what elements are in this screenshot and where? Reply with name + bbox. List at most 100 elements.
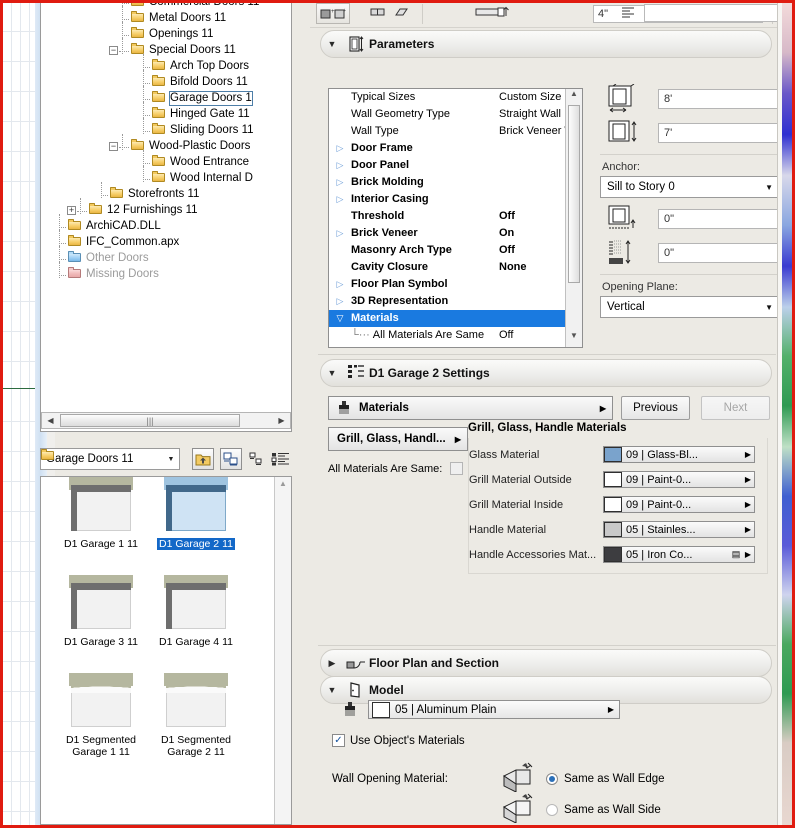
scroll-left-arrow-icon[interactable]: ◀ [42,413,59,428]
collapse-triangle-down-icon[interactable]: ▼ [321,39,343,49]
text-align-button[interactable] [620,6,636,22]
expand-arrow-icon[interactable] [329,259,351,276]
tree-item[interactable]: ArchiCAD.DLL [68,218,161,234]
expand-arrow-icon[interactable]: ▷ [329,174,351,191]
material-select[interactable]: 05 | Iron Co... ▤ ▶ [603,546,755,563]
previous-button[interactable]: Previous [621,396,690,420]
thumbnail-vertical-scrollbar[interactable]: ▲ [274,477,291,824]
expand-arrow-icon[interactable]: ▷ [329,140,351,157]
tree-item[interactable]: Openings 11 [131,26,213,42]
tree-item[interactable]: IFC_Common.apx [68,234,179,250]
same-as-wall-edge-option[interactable]: Same as Wall Edge [546,773,665,785]
expand-arrow-icon[interactable]: ▷ [329,225,351,242]
radio-unselected-icon[interactable] [546,804,558,816]
material-select[interactable]: 09 | Paint-0... ▶ [603,496,755,513]
skylight-icon-button[interactable] [394,6,410,21]
tree-item[interactable]: Sliding Doors 11 [152,122,254,138]
scroll-thumb[interactable]: ||| [60,414,240,427]
expand-arrow-icon[interactable] [329,327,351,344]
radio-selected-icon[interactable] [546,773,558,785]
tree-expander[interactable]: + [67,206,76,215]
scroll-up-arrow-icon[interactable]: ▲ [566,89,582,103]
scroll-up-arrow-icon[interactable]: ▲ [275,479,291,488]
material-select[interactable]: 09 | Paint-0... ▶ [603,471,755,488]
thumbnail-item[interactable]: D1 Segmented Garage 1 11 [51,673,151,758]
window-icon-button[interactable] [370,6,386,21]
expand-arrow-icon[interactable]: ▷ [329,293,351,310]
expand-arrow-icon[interactable]: ▷ [329,157,351,174]
tree-expander[interactable]: − [109,142,118,151]
sill-input[interactable]: 0" [658,209,780,229]
door-place-button[interactable]: + + [316,3,350,24]
expand-arrow-icon[interactable] [329,106,351,123]
view-small-icons-button[interactable] [246,448,268,470]
thumbnail-item[interactable]: D1 Garage 1 11 [51,477,151,550]
parameter-row[interactable]: ▷ Brick Molding [329,174,582,191]
parameters-scrollbar[interactable]: ▲ ▼ [565,89,582,347]
expand-arrow-icon[interactable]: ▷ [329,276,351,293]
use-objects-materials-checkbox[interactable]: ✓ [332,734,345,747]
parameter-row[interactable]: ▷ Door Frame [329,140,582,157]
thumbnail-item[interactable]: D1 Garage 4 11 [146,575,246,648]
sill-to-story-input[interactable]: 0" [658,243,780,263]
thumbnail-item[interactable]: D1 Garage 3 11 [51,575,151,648]
all-materials-same-row[interactable]: All Materials Are Same: [328,462,464,475]
opening-plane-select[interactable]: Vertical ▼ [600,296,780,318]
tree-item[interactable]: Other Doors [68,250,149,266]
thumbnail-item[interactable]: D1 Segmented Garage 2 11 [146,673,246,758]
view-list-button[interactable] [268,448,294,470]
tree-item[interactable]: Storefronts 11 [110,186,199,202]
tree-item[interactable]: Bifold Doors 11 [152,74,248,90]
expand-arrow-icon[interactable] [329,242,351,259]
parameter-row[interactable]: ▷ Brick Veneer On [329,225,582,242]
parameter-row[interactable]: Threshold Off [329,208,582,225]
next-button[interactable]: Next [701,396,770,420]
same-as-wall-side-option[interactable]: Same as Wall Side [546,804,661,816]
parameter-row[interactable]: Masonry Arch Type Off [329,242,582,259]
view-large-icons-button[interactable] [220,448,242,470]
collapse-triangle-right-icon[interactable]: ▶ [321,658,343,669]
parameter-row[interactable]: ▷ Floor Plan Symbol [329,276,582,293]
scroll-right-arrow-icon[interactable]: ▶ [273,413,290,428]
parameter-row[interactable]: ▷ Interior Casing [329,191,582,208]
settings-page-button[interactable]: Materials ▶ [328,396,613,420]
tree-item[interactable]: Wood Entrance [152,154,249,170]
parameter-row[interactable]: Typical Sizes Custom Size [329,89,582,106]
parameter-row[interactable]: └··· All Materials Are Same Off [329,327,582,344]
tree-item[interactable]: 12 Furnishings 11 [89,202,198,218]
tree-horizontal-scrollbar[interactable]: ◀ ||| ▶ [41,412,291,429]
parameter-row[interactable]: Wall Geometry Type Straight Wall [329,106,582,123]
expand-arrow-icon[interactable] [329,89,351,106]
collapse-triangle-down-icon[interactable]: ▼ [321,368,343,378]
parameters-section-header[interactable]: ▼ Parameters [320,30,772,58]
wall-thickness-button[interactable] [475,5,511,24]
thumbnail-item[interactable]: D1 Garage 2 11 [146,477,246,550]
expand-arrow-icon[interactable] [329,208,351,225]
subpage-button[interactable]: Grill, Glass, Handl... ▶ [328,427,468,451]
tree-item[interactable]: Hinged Gate 11 [152,106,250,122]
object-thumbnail-list[interactable]: D1 Garage 1 11 D1 Garage 2 11 D1 Garage 3 … [40,476,292,825]
parameter-row[interactable]: ▽ Materials [329,310,582,327]
tree-item[interactable]: Special Doors 11 [131,42,236,58]
parameter-row[interactable]: Cavity Closure None [329,259,582,276]
tree-item[interactable]: Metal Doors 11 [131,10,226,26]
folder-select[interactable]: Garage Doors 11 ▼ [40,448,180,470]
material-select[interactable]: 09 | Glass-Bl... ▶ [603,446,755,463]
all-materials-same-checkbox[interactable] [450,462,464,475]
tree-expander[interactable]: − [109,46,118,55]
material-select[interactable]: 05 | Stainles... ▶ [603,521,755,538]
up-folder-button[interactable] [192,448,214,470]
scroll-down-arrow-icon[interactable]: ▼ [566,331,582,345]
expand-arrow-icon[interactable]: ▷ [329,191,351,208]
tree-item[interactable]: Missing Doors [68,266,159,282]
tree-item[interactable]: Arch Top Doors [152,58,249,74]
object-folder-tree[interactable]: Commercial Doors 11 Metal Doors 11 Opening… [40,0,292,432]
expand-arrow-icon[interactable] [329,123,351,140]
width-input[interactable]: 8' [658,89,780,109]
expand-arrow-icon[interactable]: ▽ [329,310,351,327]
model-material-select[interactable]: 05 | Aluminum Plain ▶ [368,700,620,719]
height-input[interactable]: 7' [658,123,780,143]
parameters-list[interactable]: Typical Sizes Custom Size Wall Geometry Ty… [328,88,583,348]
parameter-row[interactable]: ▷ 3D Representation [329,293,582,310]
floorplan-section-header[interactable]: ▶ Floor Plan and Section [320,649,772,677]
